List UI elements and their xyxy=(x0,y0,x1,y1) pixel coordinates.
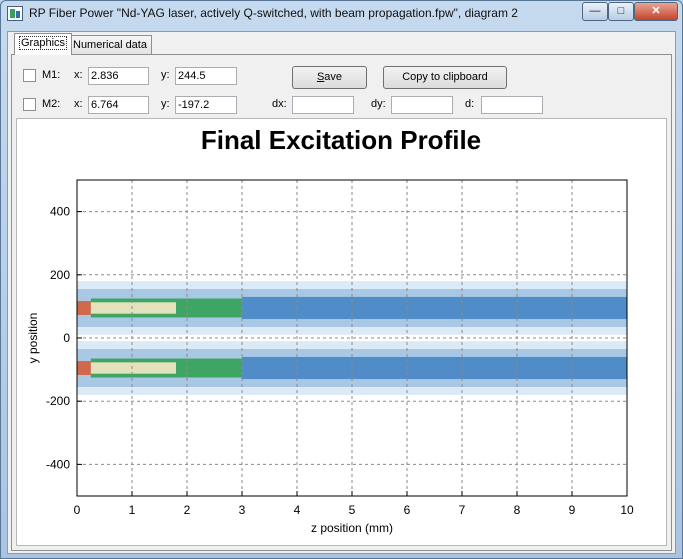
m2-checkbox[interactable] xyxy=(23,98,36,111)
x-tick-label: 0 xyxy=(74,503,81,517)
heatmap-band-medium xyxy=(242,356,627,380)
plot-area[interactable]: Final Excitation Profile 0 1 2 3 4 5 6 7 8 9 10 40… xyxy=(16,118,667,546)
maximize-button[interactable]: □ xyxy=(608,2,634,21)
x-tick-label: 3 xyxy=(239,503,246,517)
dx-input[interactable] xyxy=(292,96,354,114)
m1-y-input[interactable] xyxy=(175,67,237,85)
x-tick-label: 5 xyxy=(349,503,356,517)
m2-y-label: y: xyxy=(161,98,170,110)
x-tick-label: 1 xyxy=(129,503,136,517)
m2-label: M2: xyxy=(42,98,61,110)
x-tick-label: 6 xyxy=(404,503,411,517)
m2-x-input[interactable] xyxy=(88,96,149,114)
m1-x-input[interactable] xyxy=(88,67,149,85)
heatmap-band-very_high xyxy=(90,302,176,314)
graphics-panel: M1: x: y: Save Copy to clipboard M2: x: … xyxy=(11,54,672,551)
dx-label: dx: xyxy=(272,98,287,110)
m1-checkbox[interactable] xyxy=(23,69,36,82)
close-button[interactable]: ✕ xyxy=(634,2,678,21)
tab-graphics[interactable]: Graphics xyxy=(14,33,73,55)
y-tick-label: -200 xyxy=(46,394,70,408)
x-tick-label: 10 xyxy=(620,503,634,517)
tab-graphics-label: Graphics xyxy=(19,36,68,50)
tab-numerical-data-label: Numerical data xyxy=(73,39,147,51)
client-area: Graphics Numerical data M1: x: y: Save C… xyxy=(7,31,676,554)
heatmap-band-peak xyxy=(77,361,91,375)
y-axis-label: y position xyxy=(26,313,40,364)
x-axis-label: z position (mm) xyxy=(311,521,393,535)
app-window: RP Fiber Power "Nd-YAG laser, actively Q… xyxy=(0,0,683,559)
y-tick-label: -400 xyxy=(46,457,70,471)
d-input[interactable] xyxy=(481,96,543,114)
copy-to-clipboard-button[interactable]: Copy to clipboard xyxy=(383,66,507,89)
x-tick-label: 2 xyxy=(184,503,191,517)
m1-label: M1: xyxy=(42,69,61,81)
x-tick-label: 9 xyxy=(569,503,576,517)
excitation-heatmap-chart: Final Excitation Profile 0 1 2 3 4 5 6 7 8 9 10 40… xyxy=(26,125,634,535)
m2-y-input[interactable] xyxy=(175,96,237,114)
dy-label: dy: xyxy=(371,98,386,110)
save-button-label: ave xyxy=(324,71,343,83)
title-bar[interactable]: RP Fiber Power "Nd-YAG laser, actively Q… xyxy=(1,1,682,27)
x-tick-label: 4 xyxy=(294,503,301,517)
y-tick-label: 200 xyxy=(50,268,70,282)
window-title: RP Fiber Power "Nd-YAG laser, actively Q… xyxy=(29,6,518,20)
dy-input[interactable] xyxy=(391,96,453,114)
grid-lines xyxy=(77,180,627,496)
chart-title: Final Excitation Profile xyxy=(201,125,481,155)
y-tick-label: 0 xyxy=(63,331,70,345)
heatmap-band-peak xyxy=(77,301,91,315)
m1-x-label: x: xyxy=(74,69,83,81)
heatmap-band-medium xyxy=(242,296,627,320)
x-axis: 0 1 2 3 4 5 6 7 8 9 10 xyxy=(74,491,634,517)
m1-y-label: y: xyxy=(161,69,170,81)
x-tick-label: 7 xyxy=(459,503,466,517)
app-icon[interactable] xyxy=(7,6,23,21)
heatmap-band-very_high xyxy=(90,362,176,374)
x-tick-label: 8 xyxy=(514,503,521,517)
m2-x-label: x: xyxy=(74,98,83,110)
d-label: d: xyxy=(465,98,475,110)
save-button[interactable]: Save xyxy=(292,66,367,89)
tab-numerical-data[interactable]: Numerical data xyxy=(68,35,152,55)
minimize-button[interactable]: — xyxy=(582,2,608,21)
y-tick-label: 400 xyxy=(50,205,70,219)
